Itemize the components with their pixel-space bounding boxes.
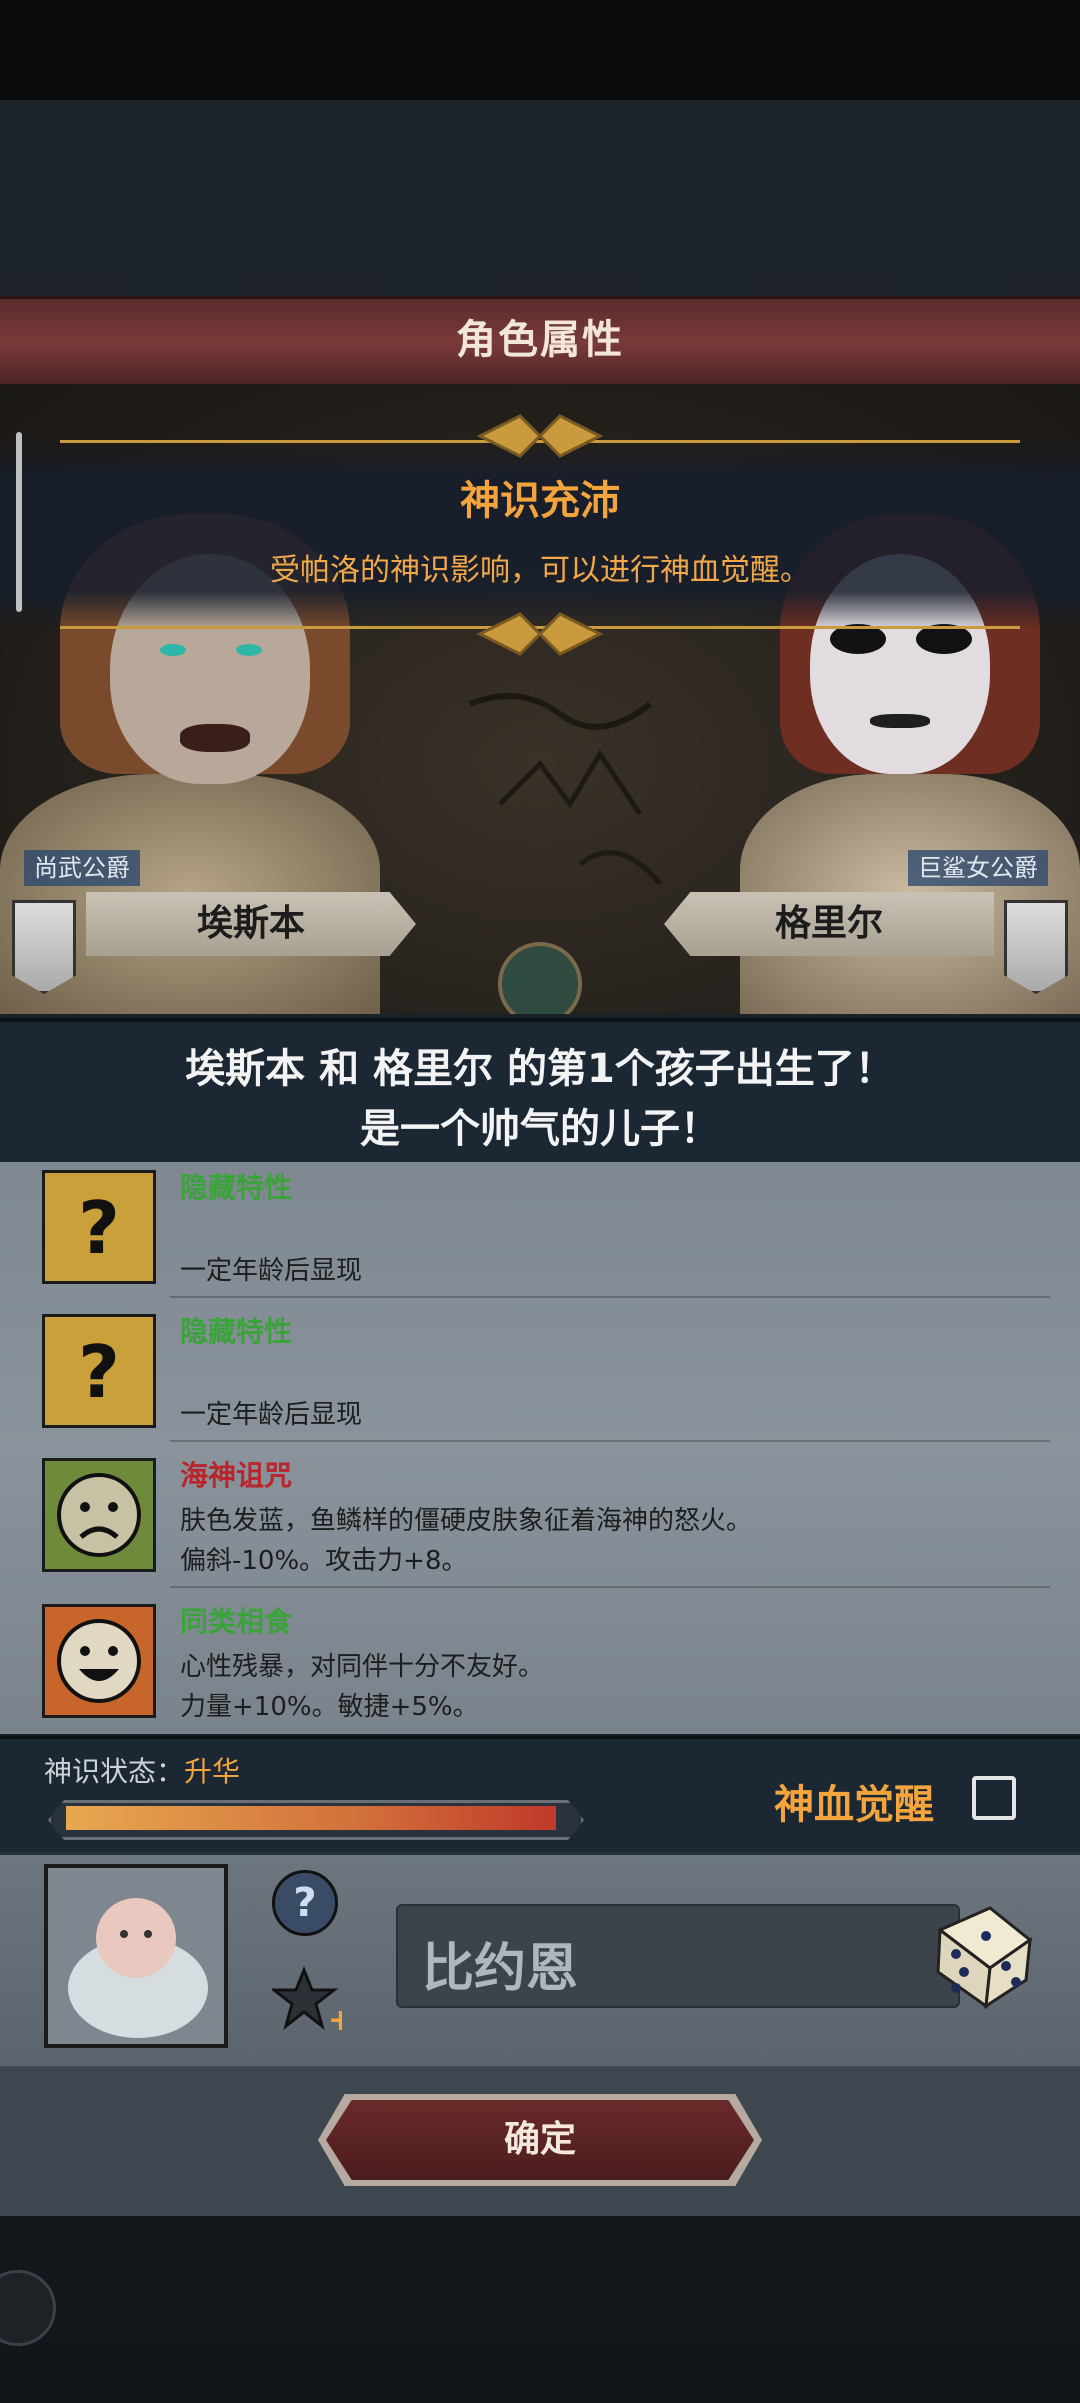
father-shield-icon — [12, 900, 76, 994]
mother-shield-icon — [1004, 900, 1068, 994]
status-label-group: 神识状态：升华 — [44, 1750, 240, 1790]
confirm-button[interactable]: 确定 — [326, 2100, 754, 2180]
trait-desc: 心性残暴，对同伴十分不友好。 — [180, 1652, 545, 1682]
banner-description: 受帕洛的神识影响，可以进行神血觉醒。 — [270, 553, 810, 588]
mother-title-tag: 巨鲨女公爵 — [908, 850, 1048, 886]
question-mark-icon: ? — [42, 1314, 156, 1428]
birth-line-2: 是一个帅气的儿子！ — [360, 1106, 720, 1152]
mother-mouth — [870, 714, 930, 728]
father-mouth — [180, 724, 250, 752]
awaken-checkbox[interactable] — [972, 1776, 1016, 1820]
divider — [170, 1586, 1050, 1588]
trait-desc: 肤色发蓝，鱼鳞样的僵硬皮肤象征着海神的怒火。 — [180, 1506, 753, 1536]
father-eye-left — [160, 644, 186, 656]
trait-name: 隐藏特性 — [180, 1171, 293, 1204]
status-label: 神识状态： — [44, 1755, 185, 1788]
awaken-label: 神血觉醒 — [774, 1782, 934, 1828]
status-progress-fill — [66, 1806, 556, 1830]
trait-desc: 一定年龄后显现 — [180, 1400, 363, 1430]
page-title: 角色属性 — [456, 317, 624, 363]
question-mark-icon: ? — [42, 1170, 156, 1284]
scroll-indicator[interactable] — [16, 432, 22, 612]
status-value: 升华 — [184, 1755, 241, 1788]
trait-name: 同类相食 — [180, 1605, 293, 1638]
trait-name: 隐藏特性 — [180, 1315, 293, 1348]
add-favorite-star-icon[interactable]: + — [269, 1964, 353, 2038]
svg-text:+: + — [328, 2003, 342, 2034]
banner-title: 神识充沛 — [460, 478, 620, 524]
trait-effects: 偏斜-10%。攻击力+8。 — [180, 1546, 468, 1576]
trait-effects: 力量+10%。敏捷+5%。 — [180, 1692, 479, 1722]
random-name-dice-icon[interactable] — [920, 1890, 1040, 2010]
birth-line-1: 埃斯本 和 格里尔 的第1个孩子出生了！ — [185, 1046, 895, 1092]
father-name-plate[interactable]: 埃斯本 — [86, 892, 416, 956]
divider — [170, 1296, 1050, 1298]
father-eye-right — [236, 644, 262, 656]
child-name-value: 比约恩 — [422, 1939, 579, 1999]
ornament-bottom — [476, 612, 604, 656]
trait-name: 海神诅咒 — [180, 1459, 293, 1492]
svg-text:?: ? — [78, 1186, 120, 1270]
father-title-tag: 尚武公爵 — [24, 850, 140, 886]
help-icon[interactable]: ? — [272, 1870, 338, 1936]
sad-face-icon — [42, 1458, 156, 1572]
grin-face-icon — [42, 1604, 156, 1718]
trait-row[interactable] — [0, 1162, 1080, 1306]
mother-name-plate[interactable]: 格里尔 — [664, 892, 994, 956]
trait-row[interactable] — [0, 1306, 1080, 1450]
child-portrait[interactable] — [44, 1864, 228, 2048]
ornament-top — [476, 414, 604, 458]
trait-desc: 一定年龄后显现 — [180, 1256, 363, 1286]
svg-text:?: ? — [78, 1330, 120, 1414]
child-name-field[interactable]: 比约恩 — [396, 1904, 960, 2008]
divider — [170, 1440, 1050, 1442]
